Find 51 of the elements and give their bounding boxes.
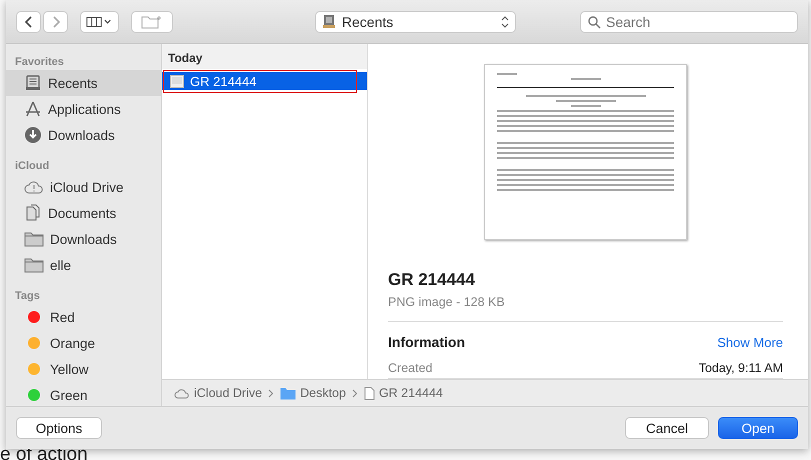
info-heading: Information <box>388 334 465 350</box>
section-heading: Favorites <box>14 55 65 70</box>
tray-icon <box>24 74 42 92</box>
chevron-left-icon <box>24 14 34 28</box>
sidebar-item[interactable]: iCloud Drive <box>6 174 161 200</box>
file-kind: PNG image - 128 KB <box>388 295 783 322</box>
documents-icon <box>24 204 42 222</box>
sidebar-item[interactable]: elle <box>6 252 161 278</box>
sidebar-item[interactable]: Yellow <box>6 356 161 382</box>
updown-arrows-icon <box>500 16 509 28</box>
sidebar-item[interactable]: Green <box>6 382 161 408</box>
section-heading: Tags <box>14 289 41 304</box>
cloud-icon <box>24 180 44 194</box>
view-mode-button[interactable] <box>80 10 119 32</box>
group-heading: Today <box>162 44 367 69</box>
open-button[interactable]: Open <box>718 417 798 439</box>
sidebar-item[interactable]: Orange <box>6 330 161 356</box>
section-heading: iCloud <box>14 159 50 174</box>
show-more-link[interactable]: Show More <box>717 335 783 350</box>
sidebar-item[interactable]: Red <box>6 304 161 330</box>
sidebar-item[interactable]: Documents <box>6 200 161 226</box>
chevron-right-icon <box>268 388 274 398</box>
path-item[interactable]: Desktop <box>280 386 346 400</box>
file-name: GR 214444 <box>388 270 476 290</box>
info-label: Created <box>388 361 432 375</box>
sidebar-item[interactable]: Downloads <box>6 122 161 148</box>
compass-tools-icon <box>24 100 42 118</box>
search-icon <box>588 16 601 28</box>
sidebar-item[interactable]: Applications <box>6 96 161 122</box>
chevron-right-icon <box>50 14 60 28</box>
cloud-icon <box>174 388 190 398</box>
download-icon <box>24 126 42 144</box>
sidebar-item[interactable]: Downloads <box>6 226 161 252</box>
path-item[interactable]: GR 214444 <box>364 386 443 400</box>
folder-plus-icon <box>140 14 163 28</box>
path-item[interactable]: iCloud Drive <box>174 386 262 400</box>
cancel-button[interactable]: Cancel <box>625 417 709 439</box>
file-row[interactable]: GR 214444 <box>162 72 367 90</box>
folder-icon <box>24 231 44 247</box>
image-file-icon <box>170 74 184 88</box>
back-button[interactable] <box>16 10 41 32</box>
location-dropdown[interactable]: Recents <box>314 10 516 32</box>
options-button[interactable]: Options <box>16 417 102 439</box>
file-icon <box>364 386 375 400</box>
folder-icon <box>280 386 296 400</box>
sidebar-item[interactable]: Recents <box>6 70 161 96</box>
chevron-right-icon <box>352 388 358 398</box>
columns-icon <box>86 16 113 28</box>
info-value: Today, 9:11 AM <box>698 361 783 375</box>
search-field[interactable]: Search <box>580 10 798 32</box>
folder-icon <box>24 257 44 273</box>
